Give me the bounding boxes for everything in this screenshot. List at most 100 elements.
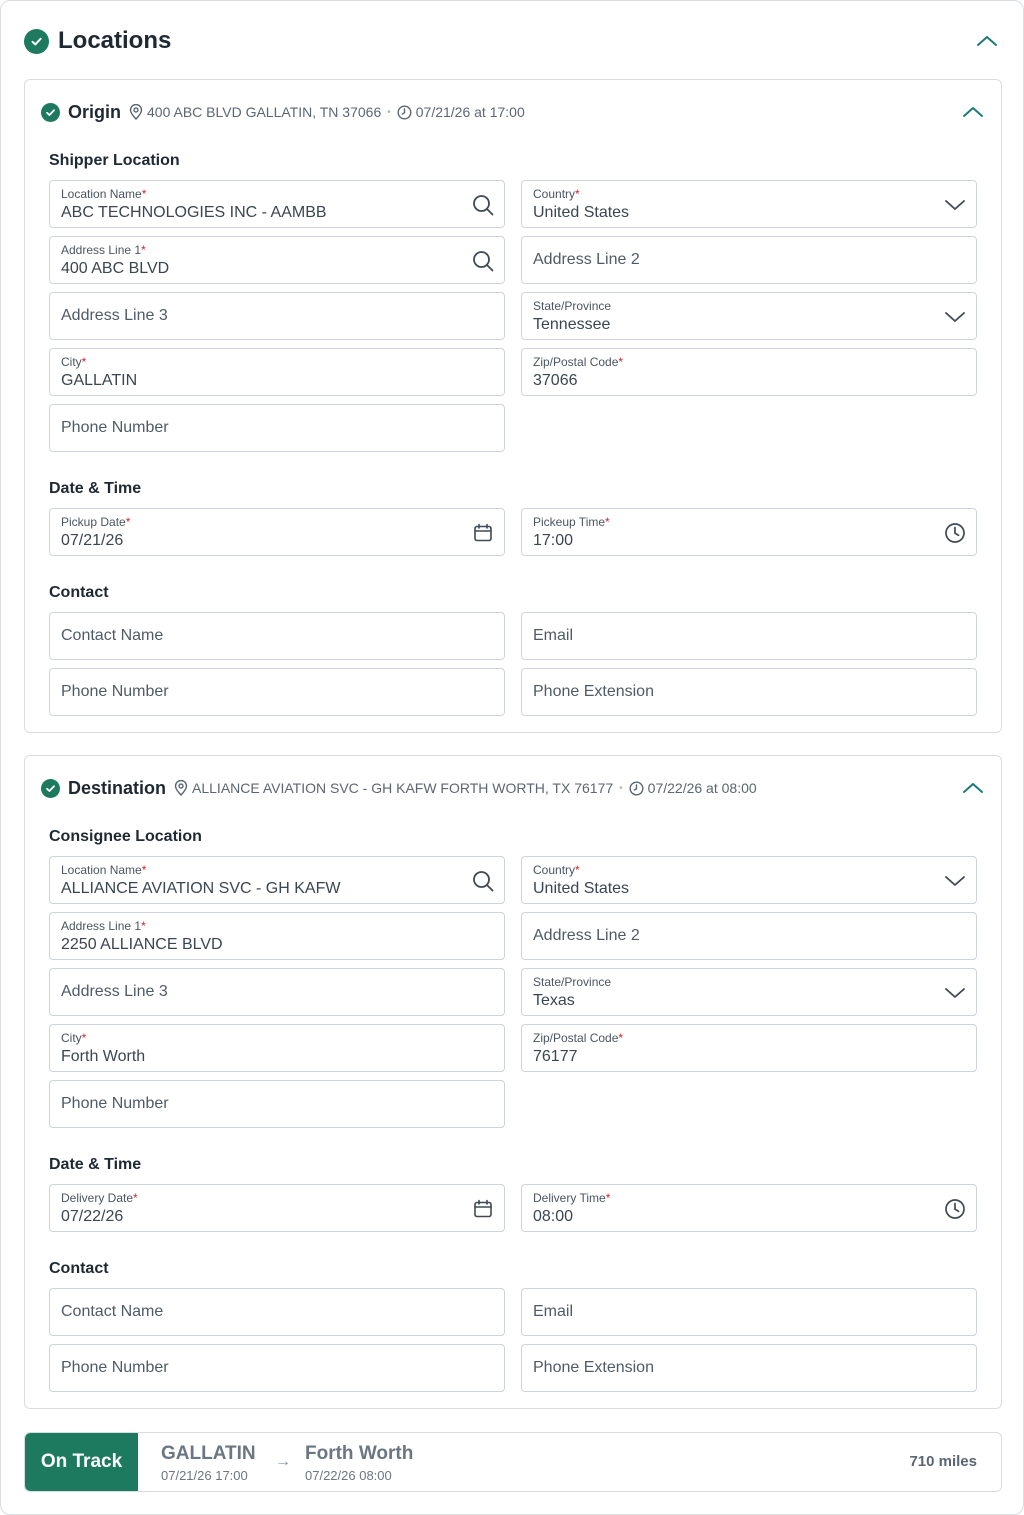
origin-email-field[interactable]: Email bbox=[521, 612, 977, 660]
destination-state-select[interactable]: State/Province Texas bbox=[521, 968, 977, 1016]
delivery-time-field[interactable]: Delivery Time* 08:00 bbox=[521, 1184, 977, 1232]
field-value: 76177 bbox=[533, 1048, 578, 1065]
field-label: Zip/Postal Code bbox=[533, 1031, 619, 1045]
field-value: Tennessee bbox=[533, 316, 611, 333]
origin-contact-name-field[interactable]: Contact Name bbox=[49, 612, 505, 660]
destination-summary: ALLIANCE AVIATION SVC - GH KAFW FORTH WO… bbox=[174, 780, 757, 796]
origin-country-select[interactable]: Country* United States bbox=[521, 180, 977, 228]
field-placeholder: Phone Extension bbox=[533, 683, 654, 700]
destination-address1-field[interactable]: Address Line 1* 2250 ALLIANCE BLVD bbox=[49, 912, 505, 960]
route-origin-city: GALLATIN bbox=[161, 1443, 256, 1464]
field-value: United States bbox=[533, 880, 630, 897]
chevron-down-icon[interactable] bbox=[942, 980, 968, 1006]
field-label: Address Line 1 bbox=[61, 243, 142, 257]
origin-contact-phone-field[interactable]: Phone Number bbox=[49, 668, 505, 716]
origin-address1-field[interactable]: Address Line 1* 400 ABC BLVD bbox=[49, 236, 505, 284]
field-placeholder: Email bbox=[533, 1303, 574, 1320]
chevron-down-icon[interactable] bbox=[942, 304, 968, 330]
pickup-date-field[interactable]: Pickup Date* 07/21/26 bbox=[49, 508, 505, 556]
chevron-up-icon bbox=[963, 107, 983, 117]
field-label: State/Province bbox=[533, 975, 612, 989]
field-placeholder: Address Line 3 bbox=[61, 983, 168, 1000]
pickup-time-field[interactable]: Pickeup Time* 17:00 bbox=[521, 508, 977, 556]
route-destination-city: Forth Worth bbox=[305, 1443, 414, 1464]
origin-phone-field[interactable]: Phone Number bbox=[49, 404, 505, 452]
field-placeholder: Phone Extension bbox=[533, 1359, 654, 1376]
page-title: Locations bbox=[58, 27, 172, 54]
field-label: Delivery Date bbox=[61, 1191, 134, 1205]
origin-location-name-field[interactable]: Location Name* ABC TECHNOLOGIES INC - AA… bbox=[49, 180, 505, 228]
origin-state-select[interactable]: State/Province Tennessee bbox=[521, 292, 977, 340]
consignee-location-heading: Consignee Location bbox=[49, 828, 202, 845]
calendar-icon[interactable] bbox=[470, 520, 496, 546]
destination-address-summary: ALLIANCE AVIATION SVC - GH KAFW FORTH WO… bbox=[192, 780, 614, 796]
destination-phone-field[interactable]: Phone Number bbox=[49, 1080, 505, 1128]
field-placeholder: Phone Number bbox=[61, 1359, 169, 1376]
check-circle-icon bbox=[24, 28, 49, 54]
field-value: Forth Worth bbox=[61, 1048, 146, 1065]
origin-address2-field[interactable]: Address Line 2 bbox=[521, 236, 977, 284]
origin-datetime-summary: 07/21/26 at 17:00 bbox=[415, 104, 525, 120]
destination-contact-name-field[interactable]: Contact Name bbox=[49, 1288, 505, 1336]
destination-address2-field[interactable]: Address Line 2 bbox=[521, 912, 977, 960]
destination-contact-phone-field[interactable]: Phone Number bbox=[49, 1344, 505, 1392]
route-distance: 710 miles bbox=[909, 1453, 977, 1470]
delivery-date-field[interactable]: Delivery Date* 07/22/26 bbox=[49, 1184, 505, 1232]
field-label: City bbox=[61, 355, 82, 369]
origin-phone-extension-field[interactable]: Phone Extension bbox=[521, 668, 977, 716]
chevron-down-icon[interactable] bbox=[942, 192, 968, 218]
origin-summary: 400 ABC BLVD GALLATIN, TN 37066 • 07/21/… bbox=[129, 104, 525, 120]
destination-zip-field[interactable]: Zip/Postal Code* 76177 bbox=[521, 1024, 977, 1072]
route-destination-datetime: 07/22/26 08:00 bbox=[305, 1468, 392, 1483]
clock-icon bbox=[629, 780, 644, 796]
origin-datetime-heading: Date & Time bbox=[49, 480, 142, 497]
field-value: ABC TECHNOLOGIES INC - AAMBB bbox=[61, 204, 327, 221]
field-label: Location Name bbox=[61, 187, 142, 201]
origin-zip-field[interactable]: Zip/Postal Code* 37066 bbox=[521, 348, 977, 396]
destination-address3-field[interactable]: Address Line 3 bbox=[49, 968, 505, 1016]
field-label: Location Name bbox=[61, 863, 142, 877]
origin-header: Origin 400 ABC BLVD GALLATIN, TN 37066 •… bbox=[41, 100, 987, 124]
shipper-location-heading: Shipper Location bbox=[49, 152, 180, 169]
destination-city-field[interactable]: City* Forth Worth bbox=[49, 1024, 505, 1072]
origin-address3-field[interactable]: Address Line 3 bbox=[49, 292, 505, 340]
field-value: 17:00 bbox=[533, 532, 574, 549]
field-placeholder: Phone Number bbox=[61, 419, 169, 436]
search-icon[interactable] bbox=[470, 248, 496, 274]
clock-icon[interactable] bbox=[942, 520, 968, 546]
locations-header: Locations bbox=[24, 25, 1001, 57]
field-placeholder: Address Line 2 bbox=[533, 251, 640, 268]
field-value: 2250 ALLIANCE BLVD bbox=[61, 936, 223, 953]
field-value: 400 ABC BLVD bbox=[61, 260, 170, 277]
field-label: Country bbox=[533, 863, 576, 877]
collapse-destination-button[interactable] bbox=[959, 774, 987, 802]
field-placeholder: Phone Number bbox=[61, 683, 169, 700]
field-placeholder: Contact Name bbox=[61, 627, 164, 644]
field-value: GALLATIN bbox=[61, 372, 138, 389]
search-icon[interactable] bbox=[470, 192, 496, 218]
field-placeholder: Email bbox=[533, 627, 574, 644]
field-value: 37066 bbox=[533, 372, 578, 389]
field-value: Texas bbox=[533, 992, 575, 1009]
calendar-icon[interactable] bbox=[470, 1196, 496, 1222]
destination-title: Destination bbox=[68, 777, 167, 798]
origin-city-field[interactable]: City* GALLATIN bbox=[49, 348, 505, 396]
destination-email-field[interactable]: Email bbox=[521, 1288, 977, 1336]
origin-address-summary: 400 ABC BLVD GALLATIN, TN 37066 bbox=[147, 104, 382, 120]
destination-country-select[interactable]: Country* United States bbox=[521, 856, 977, 904]
field-label: City bbox=[61, 1031, 82, 1045]
destination-datetime-summary: 07/22/26 at 08:00 bbox=[647, 780, 757, 796]
clock-icon[interactable] bbox=[942, 1196, 968, 1222]
field-placeholder: Address Line 3 bbox=[61, 307, 168, 324]
field-placeholder: Phone Number bbox=[61, 1095, 169, 1112]
chevron-down-icon[interactable] bbox=[942, 868, 968, 894]
field-label: Delivery Time bbox=[533, 1191, 606, 1205]
search-icon[interactable] bbox=[470, 868, 496, 894]
destination-phone-extension-field[interactable]: Phone Extension bbox=[521, 1344, 977, 1392]
field-label: Country bbox=[533, 187, 576, 201]
destination-card: Destination ALLIANCE AVIATION SVC - GH K… bbox=[24, 755, 1002, 1409]
collapse-locations-button[interactable] bbox=[973, 27, 1001, 55]
locations-panel: Locations Origin 400 ABC BLVD GALLATIN, … bbox=[0, 0, 1024, 1515]
destination-location-name-field[interactable]: Location Name* ALLIANCE AVIATION SVC - G… bbox=[49, 856, 505, 904]
collapse-origin-button[interactable] bbox=[959, 98, 987, 126]
